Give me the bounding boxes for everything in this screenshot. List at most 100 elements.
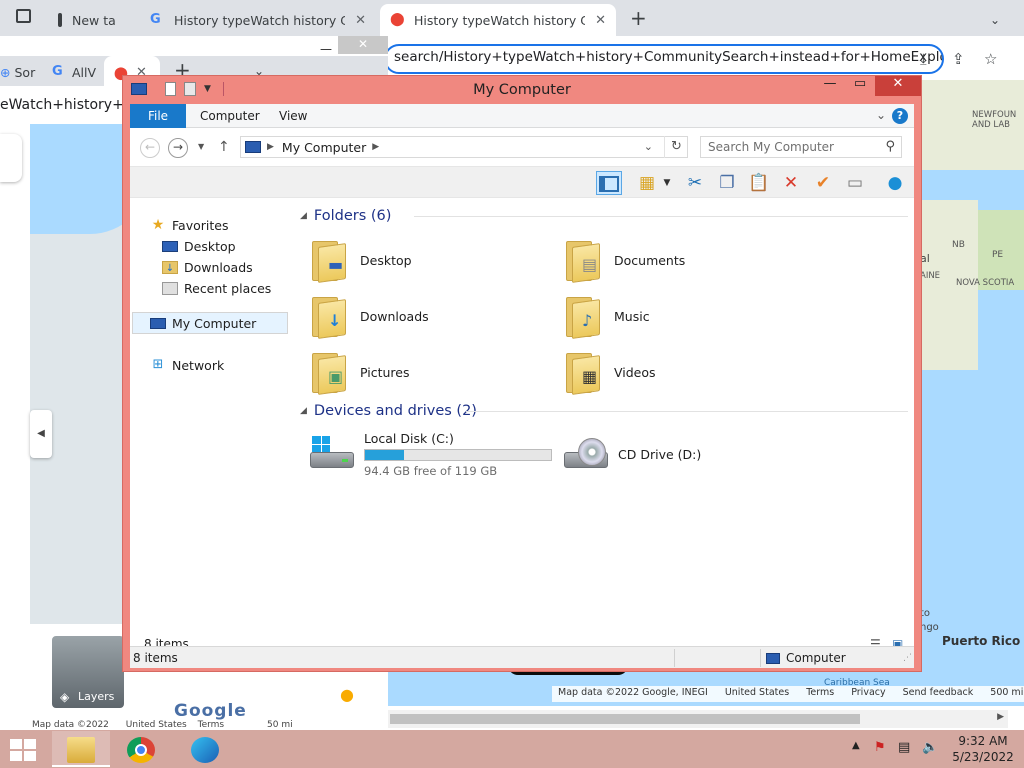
maximize-button[interactable]: ▭ xyxy=(845,76,875,96)
volume-muted-icon[interactable]: 🔈 xyxy=(922,740,938,755)
tab-search-chevron-icon[interactable]: ⌄ xyxy=(990,13,1000,27)
taskbar-chrome[interactable] xyxy=(112,731,170,767)
address-bar[interactable]: search/History+typeWatch+history+Communi… xyxy=(384,44,944,74)
taskbar-file-explorer[interactable] xyxy=(52,731,110,767)
drive-cd-d[interactable]: CD Drive (D:) xyxy=(564,428,701,480)
drive-local-disk-c[interactable]: Local Disk (C:) 94.4 GB free of 119 GB xyxy=(310,428,552,480)
tab-allv[interactable]: G AllV xyxy=(42,56,102,88)
recent-locations-chevron-icon[interactable]: ▼ xyxy=(198,142,204,151)
taskbar-edge[interactable] xyxy=(176,731,234,767)
tab-history-2[interactable]: ⬤ History typeWatch history Comm ✕ xyxy=(380,4,616,36)
new-tab-plus-icon[interactable]: + xyxy=(630,8,647,28)
check-icon[interactable]: ✔ xyxy=(810,171,836,195)
tab-label: History typeWatch history Comm xyxy=(414,12,586,28)
forward-button[interactable]: → xyxy=(168,138,188,158)
show-hidden-icons-icon[interactable]: ▲ xyxy=(852,740,860,751)
map-feedback-link[interactable]: Send feedback xyxy=(903,687,974,698)
address-box[interactable]: ▶ My Computer ▶ ⌄ xyxy=(240,136,688,158)
up-arrow-icon[interactable]: ↑ xyxy=(218,139,230,155)
close-button[interactable]: ✕ xyxy=(875,76,921,96)
minimize-icon[interactable]: — xyxy=(320,42,332,56)
map-scale: 50 mi xyxy=(267,720,293,730)
folder-icon: ▣ xyxy=(310,351,352,395)
resize-grip-icon[interactable]: ⋰ xyxy=(903,653,912,663)
folder-pictures[interactable]: ▣ Pictures xyxy=(310,346,560,398)
start-button[interactable] xyxy=(10,739,36,761)
tab-label: History typeWatch history Comm xyxy=(174,12,346,28)
bookmark-star-icon[interactable]: ☆ xyxy=(984,50,997,68)
cut-icon[interactable]: ✂ xyxy=(682,171,708,195)
folder-label: Pictures xyxy=(360,364,410,380)
folder-downloads[interactable]: ↓ Downloads xyxy=(310,290,560,342)
close-window-icon[interactable]: ✕ xyxy=(338,36,388,54)
minimize-button[interactable]: — xyxy=(815,76,845,96)
system-clock[interactable]: 9:32 AM 5/23/2022 xyxy=(948,733,1018,765)
tab-new-tab[interactable]: New ta xyxy=(48,4,122,36)
title-bar[interactable]: ▼ My Computer — ▭ ✕ xyxy=(123,76,921,104)
copy-icon[interactable]: ❐ xyxy=(714,171,740,195)
share-icon[interactable]: ⇪ xyxy=(952,50,965,68)
refresh-icon[interactable]: ↻ xyxy=(664,136,688,158)
globe-icon[interactable]: ● xyxy=(882,171,908,195)
nav-my-computer[interactable]: My Computer xyxy=(150,313,256,333)
nav-recent-places[interactable]: Recent places xyxy=(162,278,271,298)
tab-view[interactable]: View xyxy=(266,104,320,128)
back-button[interactable]: ← xyxy=(140,138,160,158)
downloads-folder-icon: ↓ xyxy=(162,260,178,274)
map-terms-link[interactable]: Terms xyxy=(806,687,834,698)
tab-actions-icon[interactable] xyxy=(16,9,31,23)
folder-desktop[interactable]: ▬ Desktop xyxy=(310,234,560,286)
search-input[interactable]: Search My Computer ⚲ xyxy=(700,136,902,158)
organize-icon[interactable]: ▦ xyxy=(634,171,660,195)
layers-icon: ◈ xyxy=(60,690,70,704)
scroll-right-icon[interactable]: ▶ xyxy=(997,712,1004,722)
map-country-link[interactable]: United States xyxy=(725,687,789,698)
tab-history-1[interactable]: G History typeWatch history Comm ✕ xyxy=(140,4,376,36)
breadcrumb-my-computer[interactable]: My Computer xyxy=(282,140,366,155)
globe-icon: ⊕ xyxy=(0,64,11,80)
tab-sor[interactable]: ⊕ Sor xyxy=(0,56,40,88)
folder-music[interactable]: ♪ Music xyxy=(564,290,814,342)
rename-icon[interactable]: ▭ xyxy=(842,171,868,195)
folder-videos[interactable]: ▦ Videos xyxy=(564,346,814,398)
computer-icon xyxy=(766,652,780,664)
preview-pane-icon[interactable] xyxy=(596,171,622,195)
nav-label: Network xyxy=(172,357,225,373)
paste-icon[interactable]: 📋 xyxy=(746,171,772,195)
folder-documents[interactable]: ▤ Documents xyxy=(564,234,814,286)
nav-downloads[interactable]: ↓ Downloads xyxy=(162,257,253,277)
install-icon[interactable]: ⤓ xyxy=(920,50,927,68)
side-panel-handle[interactable] xyxy=(0,134,22,182)
delete-icon[interactable]: ✕ xyxy=(778,171,804,195)
map-country-link[interactable]: United States xyxy=(126,720,187,730)
collapse-panel-chevron-icon[interactable]: ◀ xyxy=(30,410,52,458)
map-scale: 500 mi xyxy=(990,687,1024,698)
address-dropdown-icon[interactable]: ⌄ xyxy=(644,140,653,153)
folder-label: Downloads xyxy=(360,308,429,324)
nav-favorites[interactable]: ★ Favorites xyxy=(150,215,229,235)
folders-group-header[interactable]: ◢ Folders (6) xyxy=(300,206,391,226)
breadcrumb-chevron-icon[interactable]: ▶ xyxy=(372,142,379,152)
map-terms-link[interactable]: Terms xyxy=(198,720,225,730)
map-privacy-link[interactable]: Privacy xyxy=(851,687,885,698)
expand-ribbon-chevron-icon[interactable]: ⌄ xyxy=(876,108,886,122)
tab-file[interactable]: File xyxy=(130,104,186,128)
help-icon[interactable]: ? xyxy=(892,108,908,124)
action-center-flag-icon[interactable]: ⚑ xyxy=(874,740,886,755)
nav-network[interactable]: ⊞ Network xyxy=(150,355,225,375)
close-tab-icon[interactable]: ✕ xyxy=(355,13,366,28)
drive-label: Local Disk (C:) xyxy=(364,430,454,446)
collapse-triangle-icon[interactable]: ◢ xyxy=(300,406,307,416)
devices-group-header[interactable]: ◢ Devices and drives (2) xyxy=(300,401,477,421)
layers-button[interactable]: ◈ Layers xyxy=(50,634,126,710)
pegman-icon[interactable]: ● xyxy=(334,680,360,710)
horizontal-scrollbar[interactable]: ▶ xyxy=(388,710,1008,728)
close-tab-icon[interactable]: ✕ xyxy=(595,13,606,28)
network-icon: ⊞ xyxy=(152,357,164,372)
tab-computer[interactable]: Computer xyxy=(187,104,273,128)
organize-dropdown-icon[interactable]: ▼ xyxy=(660,171,674,195)
collapse-triangle-icon[interactable]: ◢ xyxy=(300,211,307,221)
breadcrumb-chevron-icon[interactable]: ▶ xyxy=(267,142,274,152)
network-icon[interactable]: ▤ xyxy=(898,740,910,755)
nav-desktop[interactable]: Desktop xyxy=(162,236,236,256)
